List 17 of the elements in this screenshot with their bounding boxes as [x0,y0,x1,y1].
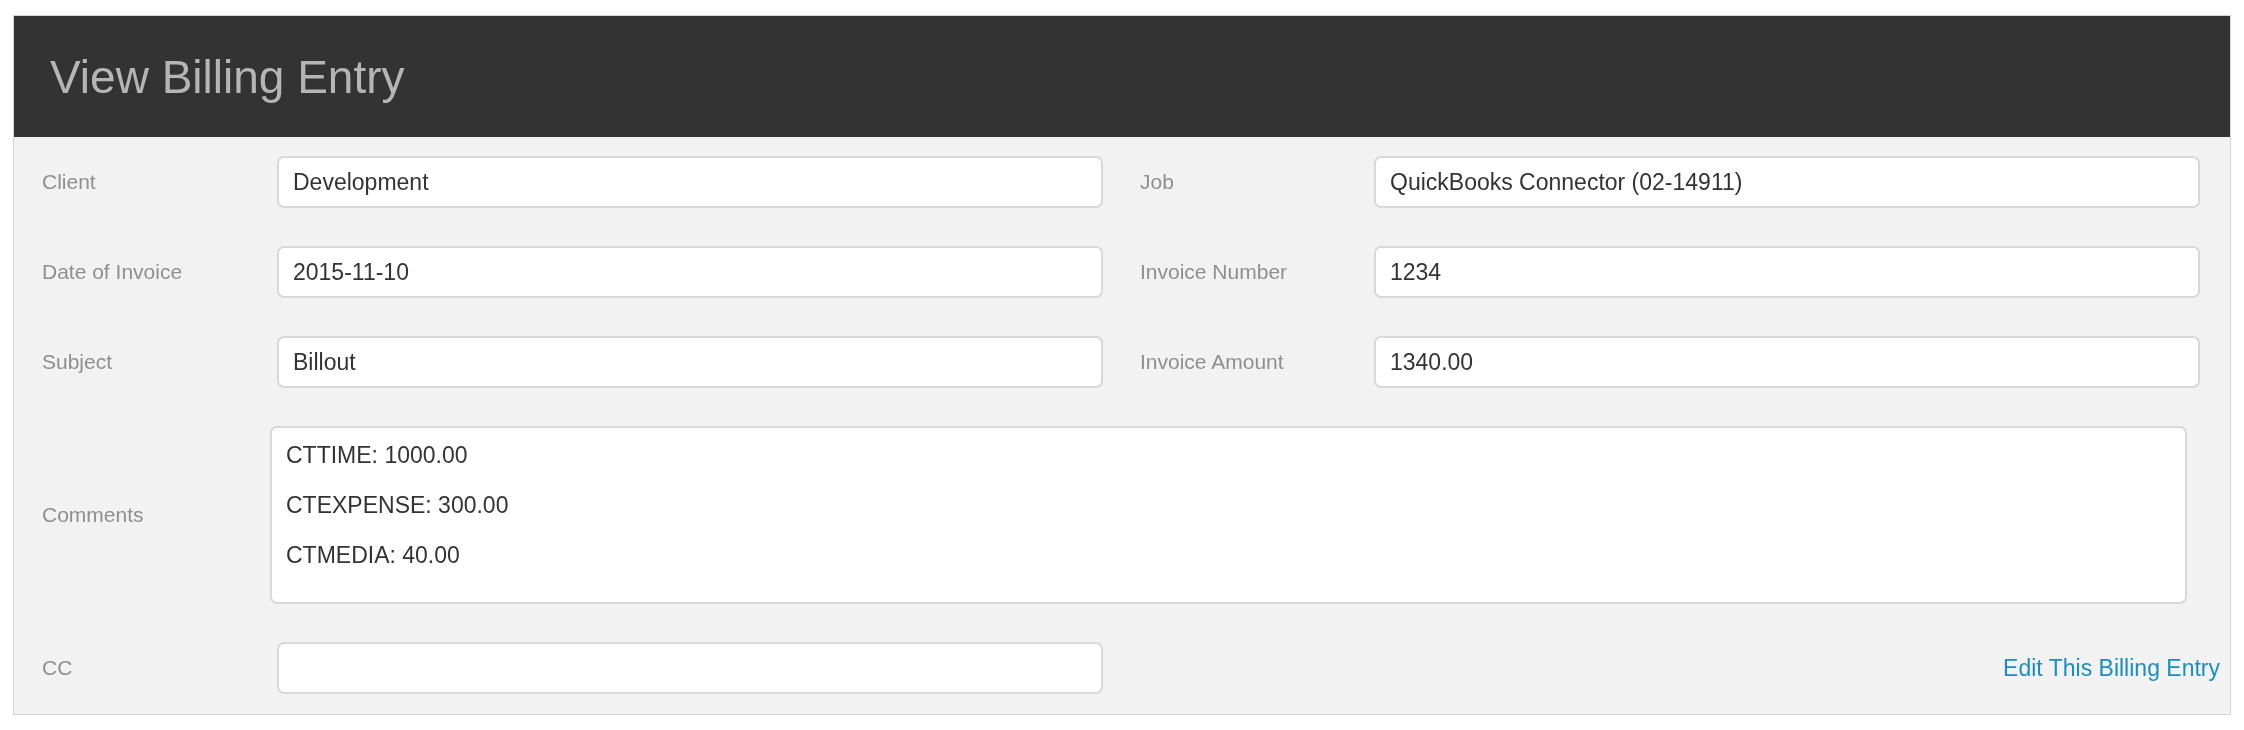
field-label: Invoice Number [1140,260,1289,284]
page-title: View Billing Entry [50,49,405,104]
input-field[interactable]: 1340.00 [1374,336,2200,388]
input-field[interactable]: QuickBooks Connector (02-14911) [1374,156,2200,208]
field-label: Job [1140,170,1175,194]
input-field[interactable]: Billout [277,336,1103,388]
input-field[interactable] [277,642,1103,694]
field-label: Subject [42,350,114,374]
field-label: Comments [42,503,145,527]
comments-field[interactable]: CTTIME: 1000.00 CTEXPENSE: 300.00 CTMEDIA: 40.00 [270,426,2187,604]
field-label: Invoice Amount [1140,350,1285,374]
field-label: Date of Invoice [42,260,184,284]
input-field[interactable]: 1234 [1374,246,2200,298]
input-field[interactable]: 2015-11-10 [277,246,1103,298]
field-label: Client [42,170,97,194]
input-field[interactable]: Development [277,156,1103,208]
field-label: CC [42,656,74,680]
